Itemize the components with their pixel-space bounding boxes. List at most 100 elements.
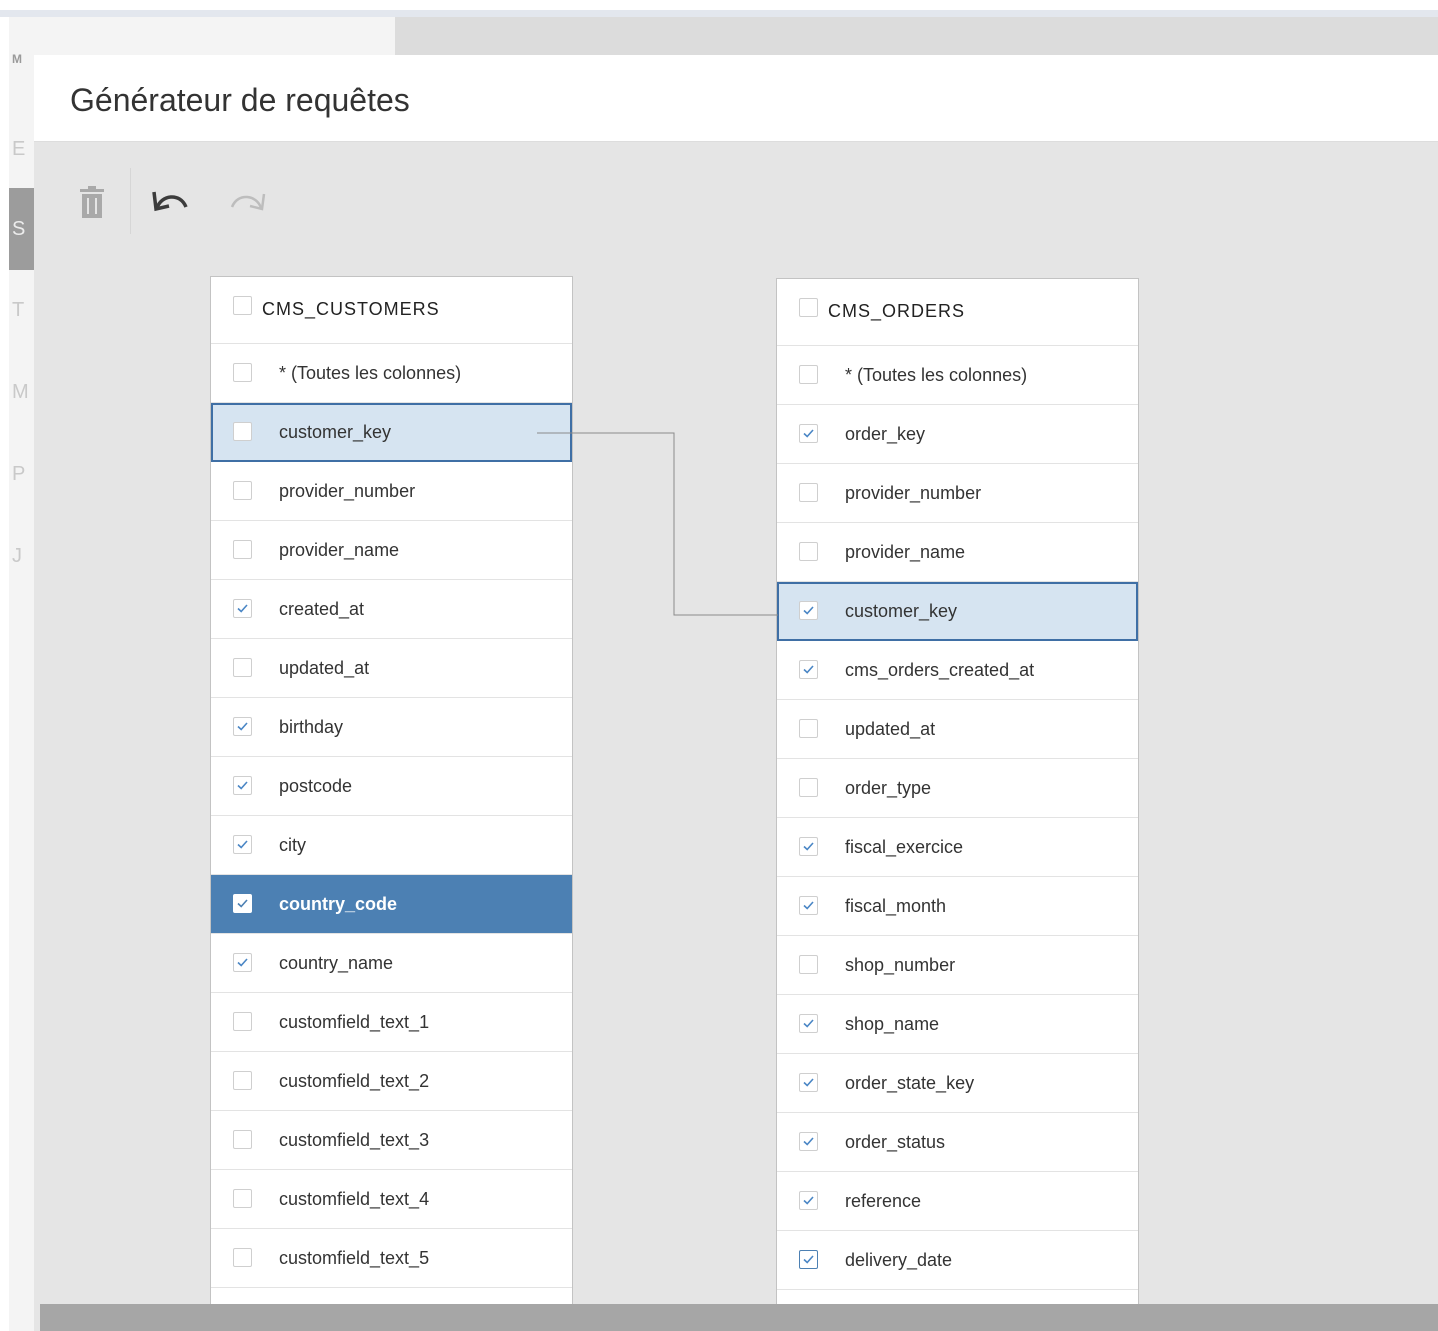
column-checkbox[interactable]	[799, 424, 818, 443]
column-row[interactable]: shop_name	[777, 995, 1138, 1054]
column-list: * (Toutes les colonnes) customer_key provi…	[211, 344, 572, 1288]
column-name: order_status	[845, 1132, 946, 1152]
column-checkbox[interactable]	[233, 1071, 252, 1090]
column-row[interactable]: customfield_text_5	[211, 1229, 572, 1288]
column-name: fiscal_month	[845, 896, 947, 916]
modal-title: Générateur de requêtes	[70, 82, 410, 118]
column-row[interactable]: city	[211, 816, 572, 875]
table-card-cms-customers[interactable]: CMS_CUSTOMERS * (Toutes les colonnes) cus…	[210, 276, 573, 1318]
background-sidebar-item: J	[12, 545, 22, 567]
table-name: CMS_ORDERS	[828, 301, 966, 321]
column-checkbox[interactable]	[233, 599, 252, 618]
column-name: city	[279, 835, 306, 855]
column-row[interactable]: customer_key	[777, 582, 1138, 641]
column-row[interactable]: customfield_text_3	[211, 1111, 572, 1170]
column-row[interactable]: order_status	[777, 1113, 1138, 1172]
modal-header: Générateur de requêtes	[34, 55, 1438, 142]
column-name: provider_number	[845, 483, 982, 503]
column-checkbox[interactable]	[799, 483, 818, 502]
column-name: created_at	[279, 599, 365, 619]
column-row[interactable]: fiscal_month	[777, 877, 1138, 936]
column-row[interactable]: provider_number	[777, 464, 1138, 523]
column-row[interactable]: cms_orders_created_at	[777, 641, 1138, 700]
undo-icon[interactable]	[152, 188, 190, 219]
top-strip	[0, 0, 1438, 10]
column-row[interactable]: country_name	[211, 934, 572, 993]
column-checkbox[interactable]	[233, 894, 252, 913]
all-columns-row[interactable]: * (Toutes les colonnes)	[211, 344, 572, 403]
column-name: order_key	[845, 424, 926, 444]
column-row[interactable]: created_at	[211, 580, 572, 639]
column-checkbox[interactable]	[233, 953, 252, 972]
column-row[interactable]: delivery_date	[777, 1231, 1138, 1290]
background-sidebar-item: T	[12, 299, 25, 321]
column-name: reference	[845, 1191, 922, 1211]
column-checkbox[interactable]	[233, 540, 252, 559]
column-name: customer_key	[845, 601, 958, 621]
column-row[interactable]: order_type	[777, 759, 1138, 818]
column-name: customfield_text_2	[279, 1071, 430, 1091]
column-checkbox[interactable]	[233, 481, 252, 500]
column-row[interactable]: provider_name	[777, 523, 1138, 582]
select-table-checkbox[interactable]	[233, 296, 252, 315]
column-checkbox[interactable]	[799, 365, 818, 384]
column-checkbox[interactable]	[799, 719, 818, 738]
column-row[interactable]: country_code	[211, 875, 572, 934]
table-card-cms-orders[interactable]: CMS_ORDERS * (Toutes les colonnes) order_…	[776, 278, 1139, 1320]
column-checkbox[interactable]	[799, 542, 818, 561]
column-name: cms_orders_created_at	[845, 660, 1035, 680]
column-name: country_code	[279, 894, 398, 914]
background-sidebar-item: P	[12, 463, 26, 485]
column-checkbox[interactable]	[799, 837, 818, 856]
column-row[interactable]: provider_number	[211, 462, 572, 521]
column-checkbox[interactable]	[799, 778, 818, 797]
background-sidebar-item: S	[12, 218, 26, 240]
modal-footer-bar	[40, 1304, 1438, 1331]
column-checkbox[interactable]	[799, 896, 818, 915]
column-checkbox[interactable]	[799, 660, 818, 679]
query-builder-modal: Générateur de requêtes CMS_CUSTOMERS * (…	[34, 55, 1438, 1331]
column-name: customfield_text_3	[279, 1130, 430, 1150]
column-checkbox[interactable]	[799, 1132, 818, 1151]
column-row[interactable]: customfield_text_1	[211, 993, 572, 1052]
column-checkbox[interactable]	[799, 601, 818, 620]
column-checkbox[interactable]	[799, 1191, 818, 1210]
column-row[interactable]: postcode	[211, 757, 572, 816]
column-checkbox[interactable]	[799, 1014, 818, 1033]
column-row[interactable]: updated_at	[211, 639, 572, 698]
table-header: CMS_ORDERS	[777, 279, 1138, 346]
column-row[interactable]: fiscal_exercice	[777, 818, 1138, 877]
column-name: order_type	[845, 778, 932, 798]
column-row[interactable]: customfield_text_2	[211, 1052, 572, 1111]
column-checkbox[interactable]	[233, 1248, 252, 1267]
column-row[interactable]: order_state_key	[777, 1054, 1138, 1113]
table-header: CMS_CUSTOMERS	[211, 277, 572, 344]
column-row[interactable]: reference	[777, 1172, 1138, 1231]
column-row[interactable]: shop_number	[777, 936, 1138, 995]
toolbar-separator	[130, 168, 131, 234]
column-name: shop_number	[845, 955, 956, 975]
table-name: CMS_CUSTOMERS	[262, 299, 440, 319]
column-checkbox[interactable]	[233, 776, 252, 795]
column-row[interactable]: order_key	[777, 405, 1138, 464]
column-row[interactable]: customer_key	[211, 403, 572, 462]
column-checkbox[interactable]	[233, 658, 252, 677]
column-checkbox[interactable]	[233, 717, 252, 736]
column-row[interactable]: updated_at	[777, 700, 1138, 759]
trash-icon[interactable]	[80, 186, 104, 223]
column-checkbox[interactable]	[799, 955, 818, 974]
column-checkbox[interactable]	[233, 363, 252, 382]
column-checkbox[interactable]	[799, 1073, 818, 1092]
all-columns-row[interactable]: * (Toutes les colonnes)	[777, 346, 1138, 405]
column-row[interactable]: customfield_text_4	[211, 1170, 572, 1229]
column-checkbox[interactable]	[233, 1189, 252, 1208]
column-row[interactable]: birthday	[211, 698, 572, 757]
column-checkbox[interactable]	[233, 1130, 252, 1149]
select-table-checkbox[interactable]	[799, 298, 818, 317]
column-checkbox[interactable]	[799, 1250, 818, 1269]
column-checkbox[interactable]	[233, 422, 252, 441]
column-checkbox[interactable]	[233, 1012, 252, 1031]
column-checkbox[interactable]	[233, 835, 252, 854]
column-row[interactable]: provider_name	[211, 521, 572, 580]
redo-icon[interactable]	[228, 188, 266, 219]
